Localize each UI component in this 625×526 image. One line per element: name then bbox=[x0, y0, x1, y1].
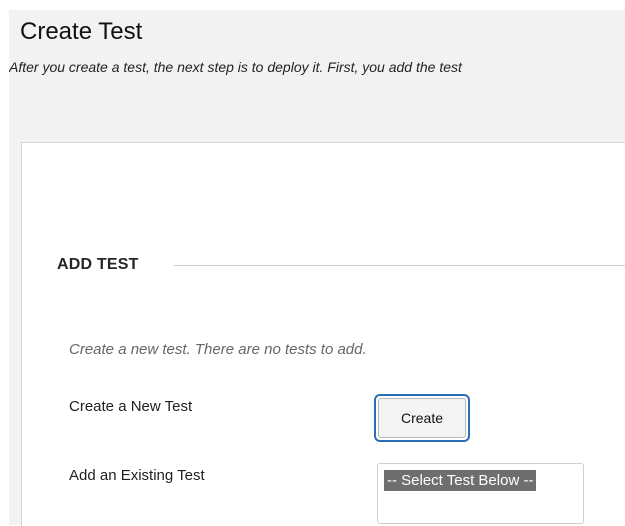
instructions-text: Create a new test. There are no tests to… bbox=[69, 341, 367, 358]
section-title-add-test: ADD TEST bbox=[57, 256, 139, 273]
create-button[interactable]: Create bbox=[374, 394, 470, 442]
create-new-test-label: Create a New Test bbox=[69, 398, 193, 415]
add-existing-test-label: Add an Existing Test bbox=[69, 467, 205, 484]
section-divider bbox=[174, 265, 625, 266]
create-button-label: Create bbox=[378, 398, 466, 438]
page-subtitle: After you create a test, the next step i… bbox=[9, 59, 462, 75]
existing-test-select[interactable]: -- Select Test Below -- bbox=[377, 463, 584, 524]
page-title: Create Test bbox=[20, 18, 143, 45]
select-option-placeholder[interactable]: -- Select Test Below -- bbox=[384, 470, 537, 491]
